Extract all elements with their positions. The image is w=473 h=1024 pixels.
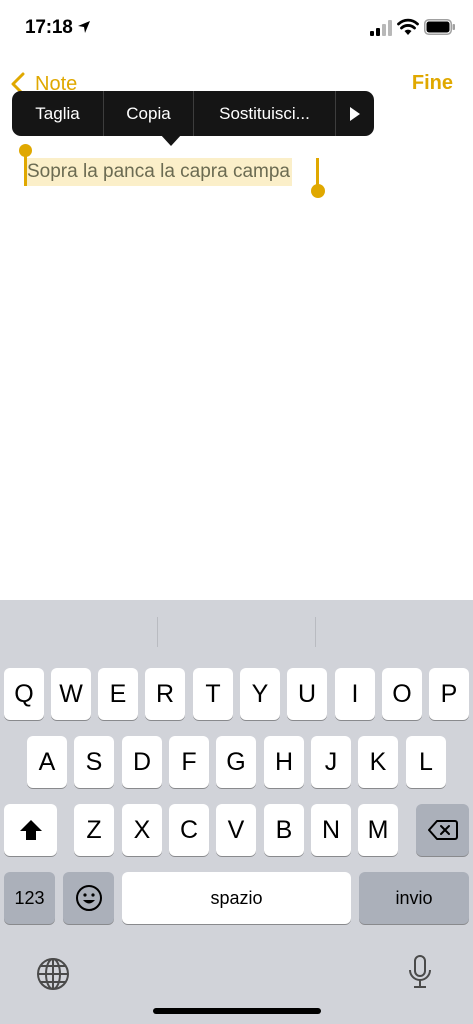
key-a[interactable]: A bbox=[27, 736, 67, 788]
numbers-key[interactable]: 123 bbox=[4, 872, 55, 924]
key-n[interactable]: N bbox=[311, 804, 351, 856]
key-x[interactable]: X bbox=[122, 804, 162, 856]
suggestion-divider bbox=[157, 617, 158, 647]
shift-key[interactable] bbox=[4, 804, 57, 856]
key-o[interactable]: O bbox=[382, 668, 422, 720]
wifi-icon bbox=[397, 18, 419, 35]
return-key[interactable]: invio bbox=[359, 872, 469, 924]
key-s[interactable]: S bbox=[74, 736, 114, 788]
cut-button[interactable]: Taglia bbox=[12, 91, 104, 136]
key-z[interactable]: Z bbox=[74, 804, 114, 856]
key-w[interactable]: W bbox=[51, 668, 91, 720]
key-m[interactable]: M bbox=[358, 804, 398, 856]
emoji-key[interactable] bbox=[63, 872, 114, 924]
emoji-icon bbox=[75, 885, 102, 911]
space-key[interactable]: spazio bbox=[122, 872, 351, 924]
location-arrow-icon bbox=[78, 21, 90, 33]
selection-start-knob[interactable] bbox=[19, 144, 32, 157]
keyboard: Q W E R T Y U I O P A S D F G H J K L Z … bbox=[0, 600, 473, 1024]
key-q[interactable]: Q bbox=[4, 668, 44, 720]
key-p[interactable]: P bbox=[429, 668, 469, 720]
battery-icon bbox=[424, 19, 455, 35]
menu-pointer bbox=[160, 134, 182, 146]
status-bar: 17:18 bbox=[0, 0, 473, 56]
backspace-key[interactable] bbox=[416, 804, 469, 856]
suggestion-bar bbox=[0, 600, 473, 662]
more-menu-button[interactable] bbox=[336, 91, 374, 136]
key-j[interactable]: J bbox=[311, 736, 351, 788]
key-b[interactable]: B bbox=[264, 804, 304, 856]
key-d[interactable]: D bbox=[122, 736, 162, 788]
replace-label: Sostituisci... bbox=[219, 103, 310, 123]
selection-start-handle[interactable] bbox=[24, 154, 27, 186]
microphone-icon bbox=[409, 955, 431, 988]
shift-icon bbox=[19, 820, 42, 840]
key-l[interactable]: L bbox=[406, 736, 446, 788]
globe-icon bbox=[37, 958, 69, 990]
dictation-button[interactable] bbox=[405, 954, 435, 994]
edit-menu: Taglia Copia Sostituisci... bbox=[12, 91, 374, 136]
key-f[interactable]: F bbox=[169, 736, 209, 788]
key-u[interactable]: U bbox=[287, 668, 327, 720]
key-t[interactable]: T bbox=[193, 668, 233, 720]
selection-end-knob[interactable] bbox=[311, 184, 325, 198]
key-r[interactable]: R bbox=[145, 668, 185, 720]
key-c[interactable]: C bbox=[169, 804, 209, 856]
replace-button[interactable]: Sostituisci... bbox=[194, 91, 336, 136]
status-time: 17:18 bbox=[25, 17, 73, 38]
key-h[interactable]: H bbox=[264, 736, 304, 788]
play-icon bbox=[350, 106, 360, 121]
key-g[interactable]: G bbox=[216, 736, 256, 788]
suggestion-divider bbox=[315, 617, 316, 647]
globe-button[interactable] bbox=[35, 956, 71, 992]
key-k[interactable]: K bbox=[358, 736, 398, 788]
cut-label: Taglia bbox=[35, 103, 80, 123]
note-text-selected[interactable]: Sopra la panca la capra campa bbox=[25, 158, 292, 186]
copy-button[interactable]: Copia bbox=[104, 91, 194, 136]
cellular-signal-icon bbox=[370, 20, 392, 36]
copy-label: Copia bbox=[126, 103, 171, 123]
key-e[interactable]: E bbox=[98, 668, 138, 720]
backspace-icon bbox=[427, 820, 458, 840]
key-y[interactable]: Y bbox=[240, 668, 280, 720]
key-v[interactable]: V bbox=[216, 804, 256, 856]
key-i[interactable]: I bbox=[335, 668, 375, 720]
home-indicator[interactable] bbox=[153, 1008, 321, 1014]
done-button[interactable]: Fine bbox=[412, 72, 453, 95]
